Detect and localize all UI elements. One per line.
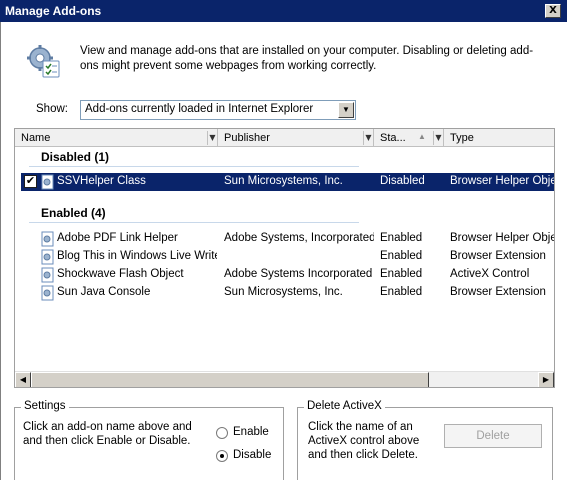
addon-icon <box>41 267 54 283</box>
addon-name: Shockwave Flash Object <box>57 268 184 280</box>
addons-gear-icon <box>27 45 60 78</box>
column-publisher-dropdown-icon[interactable]: ▼ <box>363 131 373 145</box>
chevron-down-icon[interactable]: ▼ <box>338 102 354 118</box>
addon-status: Disabled <box>380 175 425 187</box>
settings-legend: Settings <box>21 400 69 412</box>
addon-type: Browser Extension <box>450 286 546 298</box>
sort-ascending-icon: ▲ <box>418 132 426 141</box>
close-button[interactable]: X <box>545 4 561 18</box>
group-divider <box>29 166 359 167</box>
addon-icon <box>41 231 54 247</box>
addon-status: Enabled <box>380 250 423 262</box>
disable-label[interactable]: Disable <box>233 449 271 461</box>
addon-type: Browser Helper Object <box>450 232 555 244</box>
delete-activex-legend: Delete ActiveX <box>304 400 385 412</box>
show-dropdown[interactable]: Add-ons currently loaded in Internet Exp… <box>80 100 356 120</box>
group-header-enabled: Enabled (4) <box>41 206 106 220</box>
addon-row[interactable]: ✔ SSVHelper Class Sun Microsystems, Inc.… <box>21 173 555 191</box>
addon-type: Browser Extension <box>450 250 546 262</box>
addon-status: Enabled <box>380 232 423 244</box>
settings-instructions: Click an add-on name above and and then … <box>23 421 192 447</box>
addon-name: Sun Java Console <box>57 286 151 298</box>
show-selected-value: Add-ons currently loaded in Internet Exp… <box>85 103 314 115</box>
delete-button[interactable]: Delete <box>444 424 542 448</box>
group-header-disabled: Disabled (1) <box>41 150 110 164</box>
column-status-dropdown-icon[interactable]: ▼ <box>433 131 443 145</box>
addon-status: Enabled <box>380 286 423 298</box>
delete-activex-groupbox: Delete ActiveX Click the name of an Acti… <box>297 400 553 480</box>
delete-activex-instructions: Click the name of an ActiveX control abo… <box>308 421 420 461</box>
description-text: View and manage add-ons that are install… <box>80 45 534 72</box>
horizontal-scrollbar[interactable]: ◀ ▶ <box>15 371 554 387</box>
column-header-type[interactable]: Type <box>444 129 554 147</box>
column-status-label: Sta... <box>380 132 406 144</box>
addon-icon <box>41 285 54 301</box>
column-name-label: Name <box>21 132 51 144</box>
enable-radio[interactable] <box>216 427 228 439</box>
column-name-dropdown-icon[interactable]: ▼ <box>207 131 217 145</box>
addon-name: Adobe PDF Link Helper <box>57 232 178 244</box>
scroll-left-icon[interactable]: ◀ <box>15 372 31 387</box>
addon-publisher: Adobe Systems, Incorporated <box>224 232 374 244</box>
addon-name: SSVHelper Class <box>57 175 146 187</box>
addon-name: Blog This in Windows Live Writer <box>57 250 217 262</box>
column-type-label: Type <box>450 132 474 144</box>
column-publisher-label: Publisher <box>224 132 270 144</box>
addon-icon <box>41 174 54 190</box>
scroll-right-icon[interactable]: ▶ <box>538 372 554 387</box>
addon-publisher: Sun Microsystems, Inc. <box>224 286 343 298</box>
title-bar: Manage Add-ons X <box>0 0 567 22</box>
row-checkbox[interactable]: ✔ <box>24 175 37 188</box>
addon-row[interactable]: Shockwave Flash Object Adobe Systems Inc… <box>21 266 554 284</box>
addon-row[interactable]: Sun Java Console Sun Microsystems, Inc. … <box>21 284 554 302</box>
disable-radio[interactable] <box>216 450 228 462</box>
enable-label[interactable]: Enable <box>233 426 269 438</box>
addon-status: Enabled <box>380 268 423 280</box>
group-divider <box>29 222 359 223</box>
addon-publisher: Adobe Systems Incorporated <box>224 268 373 280</box>
addon-type: ActiveX Control <box>450 268 530 280</box>
window-title: Manage Add-ons <box>5 4 102 18</box>
show-label: Show: <box>36 103 68 115</box>
addon-type: Browser Helper Object <box>450 175 555 187</box>
scrollbar-thumb[interactable] <box>31 372 429 387</box>
addon-row[interactable]: Adobe PDF Link Helper Adobe Systems, Inc… <box>21 230 555 248</box>
column-header-name[interactable]: Name <box>15 129 218 147</box>
addons-list[interactable]: Name ▼ Publisher ▼ Sta... ▲ ▼ Type Disabl… <box>14 128 555 388</box>
addon-row[interactable]: Blog This in Windows Live Writer Enabled… <box>21 248 554 266</box>
addon-icon <box>41 249 54 265</box>
close-icon: X <box>549 5 557 16</box>
addon-publisher: Sun Microsystems, Inc. <box>224 175 343 187</box>
column-header: Name ▼ Publisher ▼ Sta... ▲ ▼ Type <box>15 129 554 147</box>
settings-groupbox: Settings Click an add-on name above and … <box>14 400 284 480</box>
column-header-publisher[interactable]: Publisher <box>218 129 374 147</box>
